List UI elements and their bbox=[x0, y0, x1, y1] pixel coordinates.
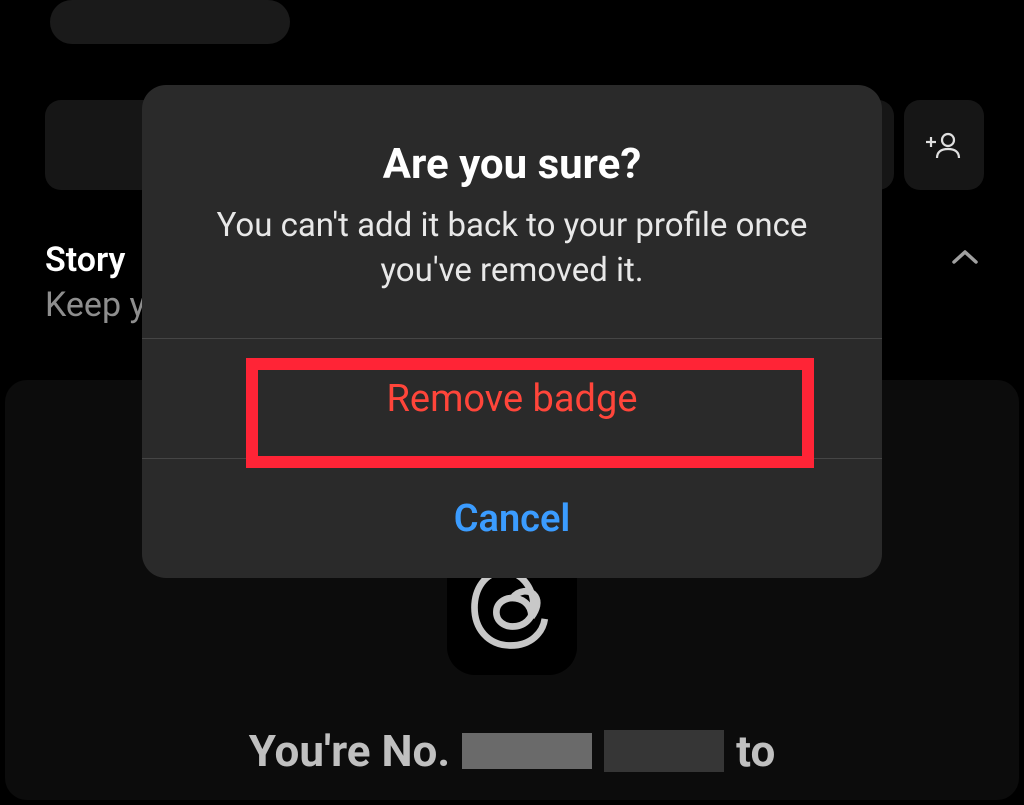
remove-badge-button[interactable]: Remove badge bbox=[142, 338, 882, 458]
censored-block-2 bbox=[604, 730, 724, 772]
add-user-button[interactable] bbox=[904, 100, 984, 190]
youre-suffix: to bbox=[736, 725, 775, 777]
censored-block-1 bbox=[462, 733, 592, 769]
modal-message: You can't add it back to your profile on… bbox=[172, 204, 852, 293]
chevron-up-icon[interactable] bbox=[951, 248, 979, 266]
youre-number-text: You're No. to bbox=[249, 725, 776, 777]
keep-subtitle: Keep y bbox=[45, 285, 146, 325]
story-highlights-label: Story bbox=[45, 240, 125, 280]
confirm-modal: Are you sure? You can't add it back to y… bbox=[142, 85, 882, 578]
background-pill bbox=[50, 0, 290, 44]
modal-title: Are you sure? bbox=[172, 140, 852, 189]
modal-header: Are you sure? You can't add it back to y… bbox=[142, 85, 882, 338]
add-user-icon bbox=[926, 131, 962, 159]
youre-prefix: You're No. bbox=[249, 725, 450, 777]
cancel-button[interactable]: Cancel bbox=[142, 458, 882, 578]
